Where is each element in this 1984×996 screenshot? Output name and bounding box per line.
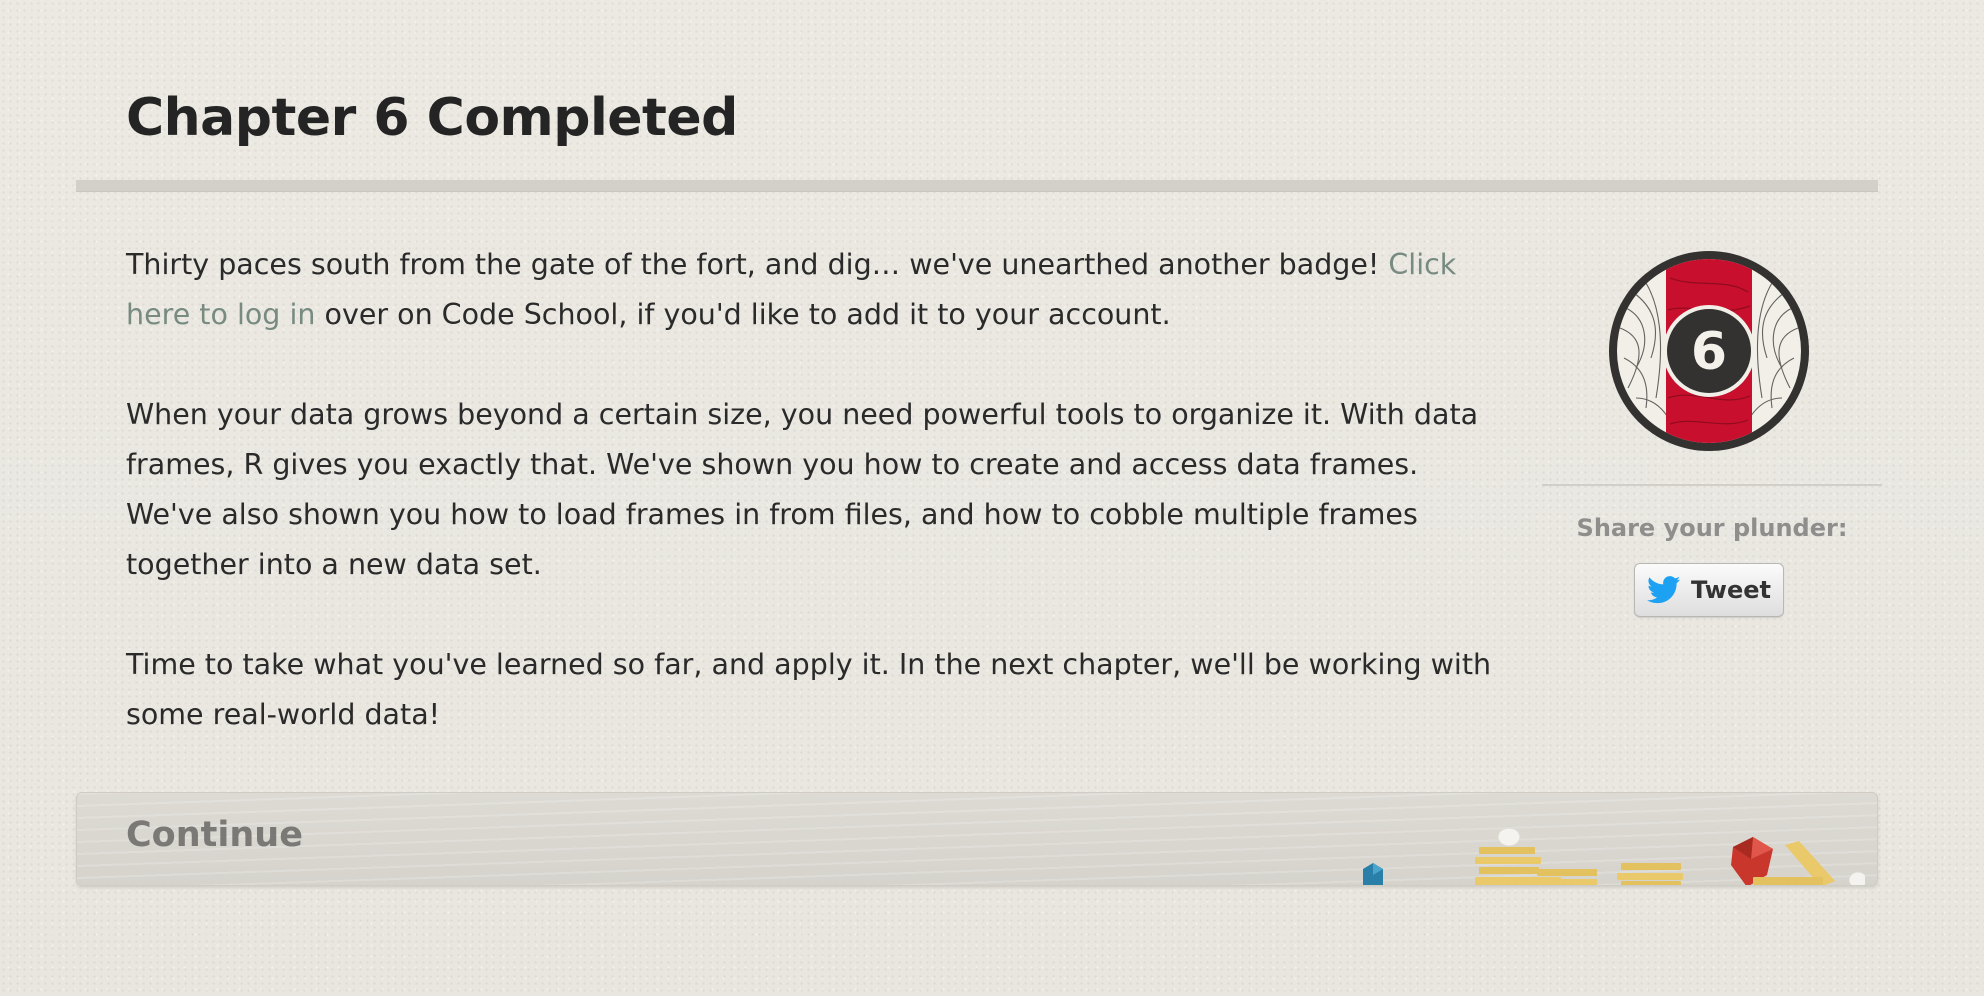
summary-paragraph-1-text: Thirty paces south from the gate of the … [126, 248, 1389, 281]
tweet-label: Tweet [1691, 576, 1771, 604]
gold-coins-icon [1475, 847, 1683, 885]
small-pearl-icon [1848, 871, 1865, 885]
summary-paragraph-1: Thirty paces south from the gate of the … [126, 240, 1496, 340]
page-title: Chapter 6 Completed [126, 88, 738, 148]
chapter-badge: 6 [1609, 251, 1809, 451]
summary-paragraph-3: Time to take what you've learned so far,… [126, 648, 1492, 731]
tweet-button[interactable]: Tweet [1634, 563, 1784, 617]
share-label: Share your plunder: [1576, 514, 1848, 542]
badge-number: 6 [1691, 322, 1727, 382]
pearl-icon [1497, 827, 1521, 847]
sidebar-divider [1542, 484, 1882, 486]
chapter-summary: Thirty paces south from the gate of the … [126, 240, 1496, 790]
treasure-illustration [1363, 827, 1865, 885]
continue-button[interactable]: Continue [76, 792, 1878, 886]
continue-label: Continue [126, 815, 303, 855]
title-divider [76, 180, 1878, 192]
summary-paragraph-1-tail: over on Code School, if you'd like to ad… [315, 298, 1171, 331]
summary-paragraph-2: When your data grows beyond a certain si… [126, 398, 1479, 581]
twitter-bird-icon [1647, 576, 1681, 604]
